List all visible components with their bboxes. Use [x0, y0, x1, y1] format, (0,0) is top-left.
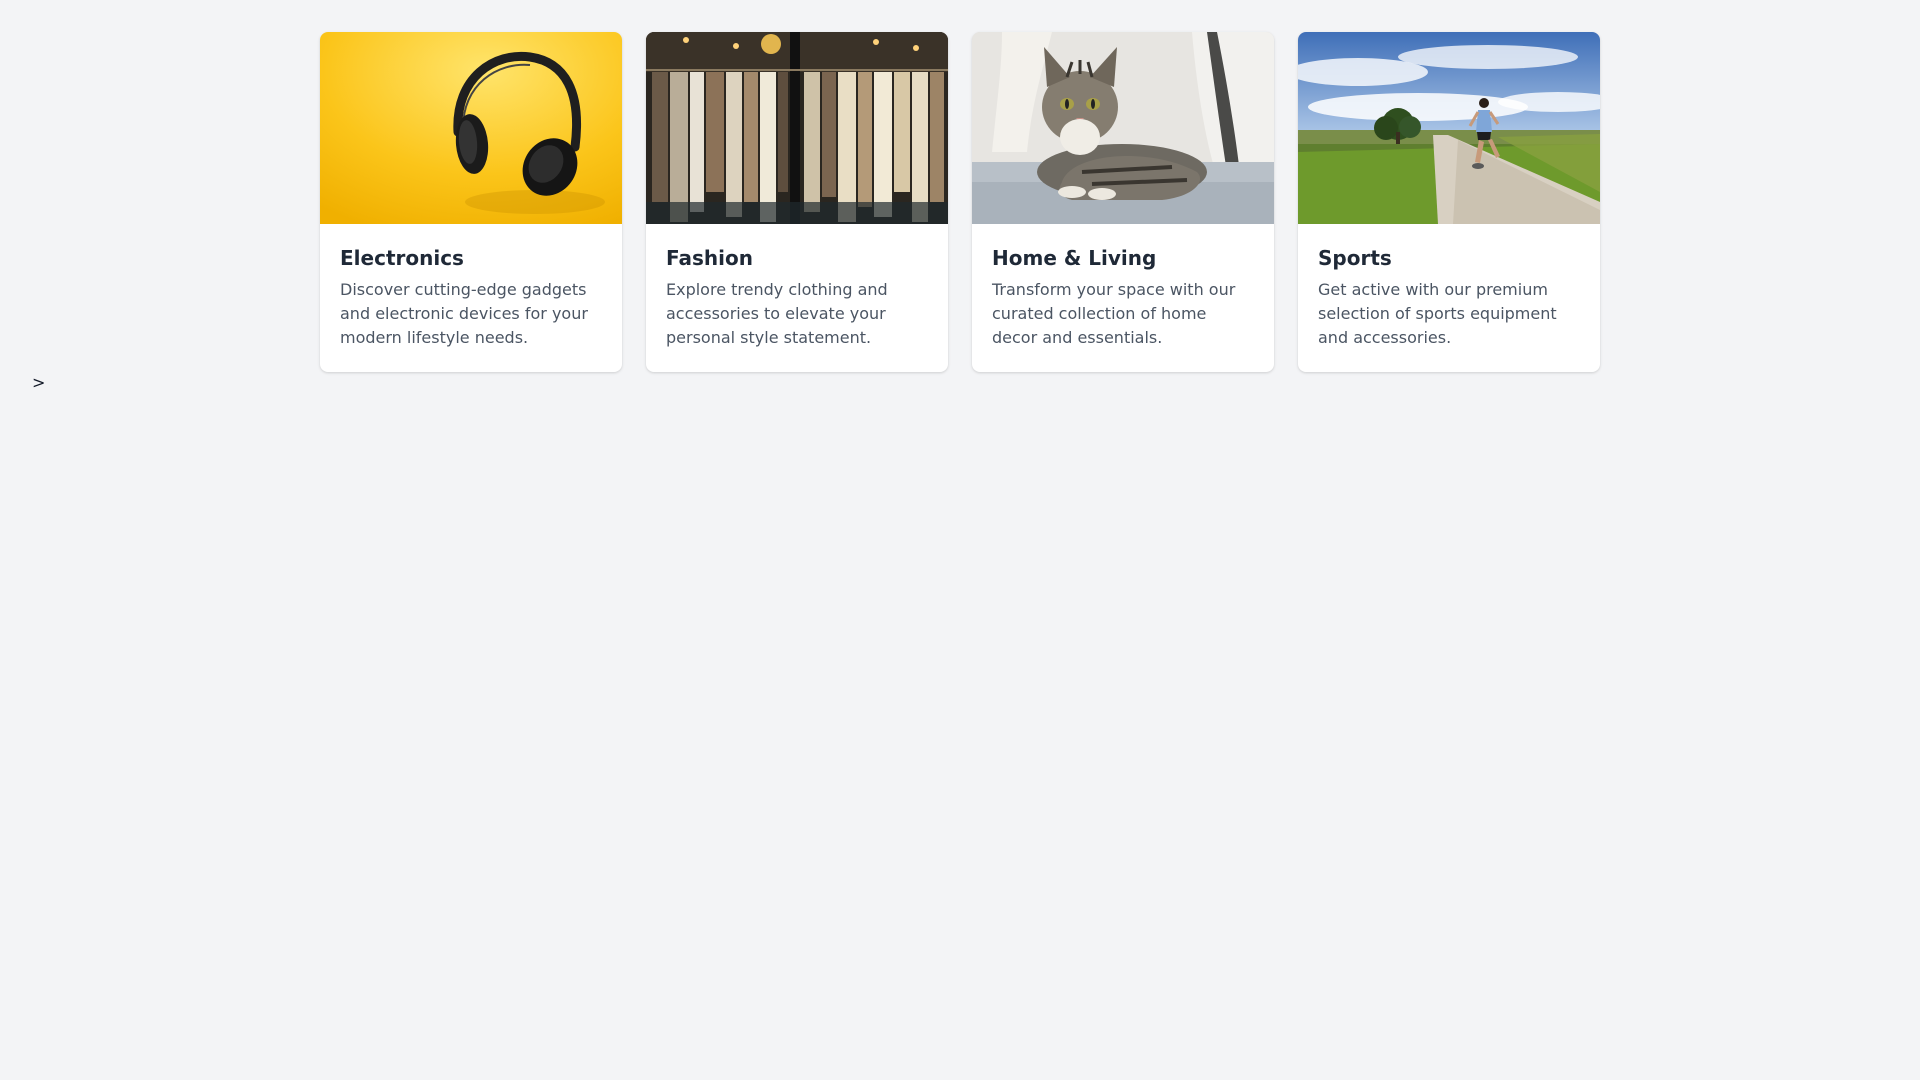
clothing-rack-photo: [646, 32, 948, 224]
card-title: Electronics: [340, 246, 464, 270]
card-title: Fashion: [666, 246, 753, 270]
runner-on-path-photo: [1298, 32, 1600, 224]
category-card-sports[interactable]: Sports Get active with our premium selec…: [1298, 32, 1600, 372]
category-card-home-living[interactable]: Home & Living Transform your space with …: [972, 32, 1274, 372]
card-description: Explore trendy clothing and accessories …: [666, 280, 888, 347]
stray-text: >: [32, 373, 46, 392]
card-description: Discover cutting-edge gadgets and electr…: [340, 280, 588, 347]
card-description: Transform your space with our curated co…: [992, 280, 1236, 347]
card-description: Get active with our premium selection of…: [1318, 280, 1557, 347]
category-card-fashion[interactable]: Fashion Explore trendy clothing and acce…: [646, 32, 948, 372]
category-card-electronics[interactable]: Electronics Discover cutting-edge gadget…: [320, 32, 622, 372]
cat-on-sofa-photo: [972, 32, 1274, 224]
card-title: Sports: [1318, 246, 1392, 270]
category-grid: Electronics Discover cutting-edge gadget…: [320, 32, 1600, 372]
headphones-photo: [320, 32, 622, 224]
card-title: Home & Living: [992, 246, 1157, 270]
